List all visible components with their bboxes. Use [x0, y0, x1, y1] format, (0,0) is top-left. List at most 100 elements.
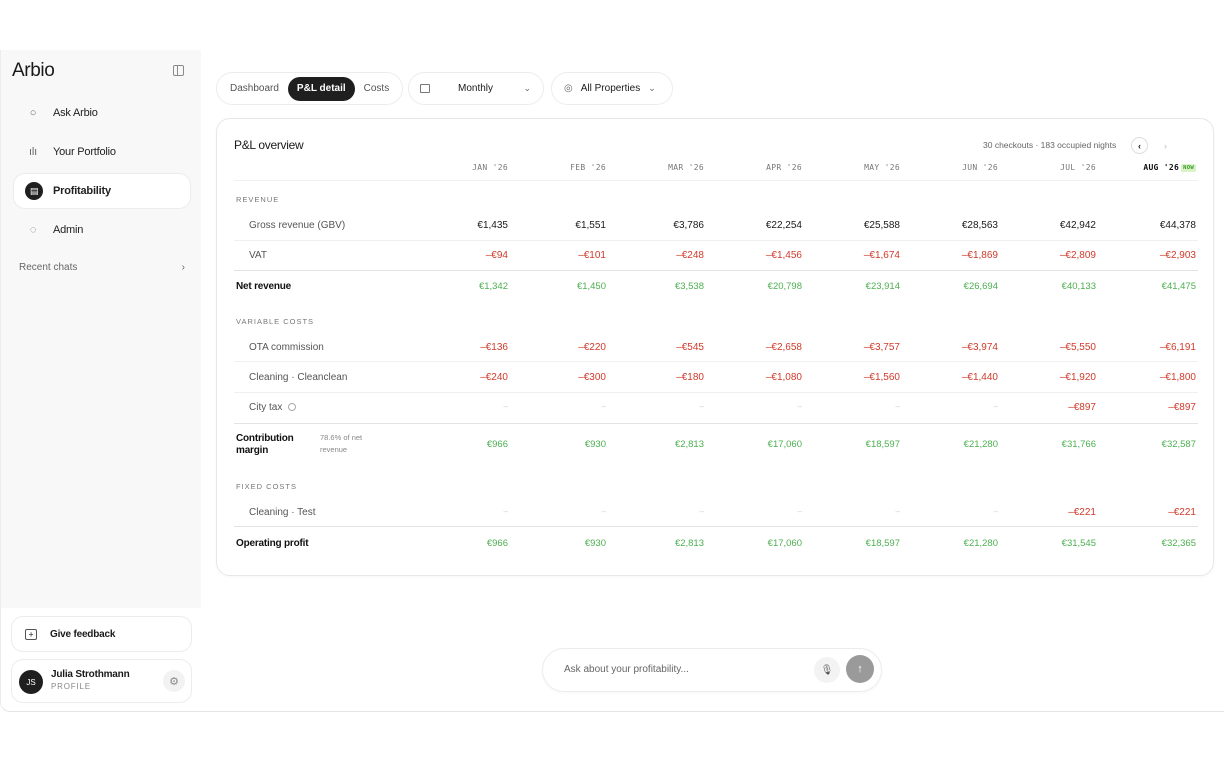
column-header: MAY '26	[830, 163, 900, 172]
contribution-label-line2: margin	[236, 445, 269, 456]
table-cell: –€220	[578, 342, 606, 353]
bar-chart-icon: ılı	[29, 146, 37, 158]
table-cell: –	[601, 402, 606, 411]
column-header-label: MAR '26	[668, 163, 704, 172]
chat-input-bar[interactable]: Ask about your profitability... 🎙 ↑	[542, 648, 882, 692]
give-feedback-button[interactable]: + Give feedback	[11, 616, 192, 652]
sidebar-item-ask-arbio[interactable]: ○ Ask Arbio	[13, 95, 191, 131]
table-cell: –€221	[1168, 507, 1196, 518]
table-cell: –	[503, 507, 508, 516]
column-header-label: APR '26	[766, 163, 802, 172]
contribution-note-line2: revenue	[320, 445, 348, 454]
table-cell: €1,450	[576, 281, 606, 292]
table-cell: –€1,440	[961, 372, 998, 383]
row-label-gross-revenue: Gross revenue (GBV)	[249, 220, 346, 231]
comment-icon[interactable]	[288, 403, 297, 411]
calendar-icon	[420, 84, 430, 93]
sidebar-item-admin[interactable]: ◌ Admin	[13, 212, 191, 248]
table-cell: –€3,757	[863, 342, 900, 353]
table-cell: –	[895, 402, 900, 411]
section-variable-costs: VARIABLE COSTS	[236, 317, 315, 326]
table-cell: €930	[584, 538, 606, 549]
sidebar: Arbio ○ Ask Arbio ılı Your Portfolio ▤ P…	[1, 50, 201, 608]
send-button[interactable]: ↑	[846, 655, 874, 683]
divider	[234, 361, 1198, 362]
period-select[interactable]: Monthly ⌄	[408, 72, 544, 105]
city-tax-label: City tax	[249, 402, 283, 413]
properties-select[interactable]: ◎ All Properties ⌄	[551, 72, 673, 105]
give-feedback-label: Give feedback	[50, 628, 116, 640]
row-label-net-revenue: Net revenue	[236, 281, 292, 292]
table-cell: €31,766	[1061, 439, 1096, 450]
previous-period-button[interactable]: ‹	[1131, 137, 1148, 154]
sidebar-item-label: Ask Arbio	[53, 107, 98, 119]
view-tabs: Dashboard P&L detail Costs	[216, 72, 404, 105]
sidebar-item-label: Your Portfolio	[53, 146, 116, 158]
table-cell: €17,060	[767, 439, 802, 450]
next-period-button[interactable]: ›	[1157, 137, 1174, 154]
table-cell: –	[503, 402, 508, 411]
table-cell: €2,813	[674, 439, 704, 450]
table-cell: €1,551	[575, 220, 606, 231]
chevron-down-icon: ⌄	[648, 83, 656, 93]
table-cell: €44,378	[1159, 220, 1196, 231]
sidebar-item-your-portfolio[interactable]: ılı Your Portfolio	[13, 134, 191, 170]
table-cell: –€221	[1068, 507, 1096, 518]
card-meta: 30 checkouts · 183 occupied nights	[983, 140, 1117, 150]
table-cell: €3,538	[674, 281, 704, 292]
table-cell: –€1,080	[765, 372, 802, 383]
column-header-label: JAN '26	[472, 163, 508, 172]
shield-icon: ◌	[29, 224, 37, 236]
table-cell: €966	[486, 538, 508, 549]
divider	[234, 392, 1198, 393]
table-cell: €18,597	[865, 538, 900, 549]
table-cell: €3,786	[673, 220, 704, 231]
tab-costs[interactable]: Costs	[355, 77, 399, 101]
period-value: Monthly	[458, 83, 494, 94]
card-title: P&L overview	[234, 138, 304, 152]
recent-chats-label: Recent chats	[19, 262, 78, 273]
sidebar-toggle-icon[interactable]	[173, 65, 184, 76]
section-revenue: REVENUE	[236, 195, 280, 204]
contribution-margin-note: 78.6% of net revenue	[320, 432, 362, 456]
table-cell: €42,942	[1059, 220, 1096, 231]
gear-icon[interactable]: ⚙	[163, 670, 185, 692]
column-header: MAR '26	[634, 163, 704, 172]
column-header: APR '26	[732, 163, 802, 172]
table-cell: –€545	[676, 342, 704, 353]
table-cell: €40,133	[1061, 281, 1096, 292]
tab-dashboard[interactable]: Dashboard	[221, 77, 288, 101]
table-cell: –	[993, 402, 998, 411]
table-cell: –€248	[676, 250, 704, 261]
wallet-icon: ▤	[25, 182, 43, 200]
table-cell: –€94	[485, 250, 508, 261]
microphone-icon[interactable]: 🎙	[814, 657, 840, 683]
column-header-label: JUN '26	[962, 163, 998, 172]
table-cell: –€1,674	[863, 250, 900, 261]
column-header: AUG '26 NOW	[1126, 163, 1196, 172]
row-label-cleaning-cleanclean: Cleaning · Cleanclean	[249, 372, 348, 383]
recent-chats-toggle[interactable]: Recent chats ›	[19, 262, 185, 273]
chevron-right-icon: ›	[181, 262, 185, 273]
table-cell: –	[699, 402, 704, 411]
table-cell: €21,280	[963, 439, 998, 450]
user-profile[interactable]: JS Julia Strothmann PROFILE ⚙	[11, 659, 192, 703]
table-cell: –€1,920	[1059, 372, 1096, 383]
table-cell: €25,588	[863, 220, 900, 231]
chat-input[interactable]: Ask about your profitability...	[564, 664, 689, 675]
properties-value: All Properties	[580, 83, 641, 94]
table-cell: –€1,456	[765, 250, 802, 261]
pl-overview-card: P&L overview 30 checkouts · 183 occupied…	[216, 118, 1214, 576]
row-label-operating-profit: Operating profit	[236, 538, 309, 549]
sidebar-item-profitability[interactable]: ▤ Profitability	[13, 173, 191, 209]
divider	[234, 526, 1198, 527]
column-header-label: AUG '26	[1143, 163, 1180, 172]
table-cell: –	[797, 402, 802, 411]
table-cell: –€240	[480, 372, 508, 383]
chat-icon: ○	[29, 107, 37, 119]
table-cell: –€2,658	[765, 342, 802, 353]
tab-pl-detail[interactable]: P&L detail	[287, 76, 355, 101]
table-cell: €930	[584, 439, 606, 450]
table-cell: €32,365	[1161, 538, 1196, 549]
now-badge: NOW	[1181, 163, 1196, 172]
